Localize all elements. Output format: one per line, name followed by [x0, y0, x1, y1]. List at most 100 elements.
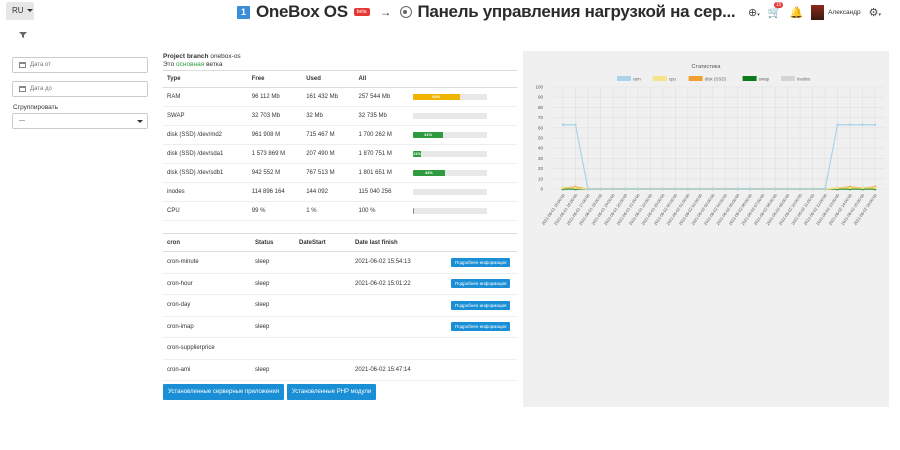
y-tick-label: 90 [538, 95, 544, 100]
calendar-icon [19, 62, 26, 68]
chevron-down-icon [26, 9, 33, 13]
table-header-row: cron Status DateStart Date last finish [163, 233, 517, 252]
legend-label[interactable]: swap [759, 77, 770, 82]
cell-type: inodes [163, 182, 248, 202]
data-point[interactable] [848, 186, 852, 190]
installed-apps-button[interactable]: Установленные серверные приложения [163, 384, 284, 400]
bell-icon[interactable]: 🔔 [789, 6, 803, 19]
branch-main-suffix: ветка [206, 61, 223, 68]
group-select[interactable]: --- [12, 113, 148, 129]
data-point[interactable] [649, 187, 652, 191]
usage-progress-fill: 11% [412, 151, 422, 157]
cron-table: cron Status DateStart Date last finish cron… [163, 233, 517, 381]
data-point[interactable] [674, 187, 677, 191]
data-point[interactable] [698, 187, 702, 191]
data-point[interactable] [761, 187, 764, 191]
data-point[interactable] [561, 123, 565, 127]
cart-icon[interactable]: 🛒 15 [768, 1, 784, 19]
data-point[interactable] [861, 123, 864, 127]
column-header: Free [247, 70, 303, 88]
legend-label[interactable]: cpu [669, 77, 677, 82]
data-point[interactable] [823, 187, 827, 191]
more-info-button[interactable]: Подробнее информация [451, 322, 511, 332]
date-from-input[interactable]: Дата от [12, 57, 148, 73]
y-tick-label: 70 [538, 115, 544, 120]
more-info-button[interactable]: Подробнее информация [451, 257, 511, 267]
data-point[interactable] [861, 186, 864, 190]
data-point[interactable] [561, 186, 565, 190]
column-header [447, 233, 517, 252]
chevron-down-icon [137, 120, 143, 123]
more-info-button[interactable]: Подробнее информация [451, 279, 511, 289]
data-point[interactable] [786, 187, 789, 191]
cell-action: Подробнее информация [447, 316, 517, 338]
language-label: RU [12, 6, 24, 15]
table-row: CPU 99 % 1 % 100 % [163, 201, 517, 221]
cell-all: 32 735 Mb [354, 106, 409, 126]
gear-icon[interactable]: ⚙▾ [869, 6, 881, 19]
data-point[interactable] [574, 186, 577, 190]
data-point[interactable] [586, 187, 590, 191]
cell-all: 115 040 256 [354, 182, 409, 202]
column-header: DateStart [295, 233, 351, 252]
x-tick-label: 2021-06-02 16:00:00 [852, 192, 878, 226]
data-point[interactable] [736, 187, 740, 191]
brand-number-badge: 1 [237, 5, 250, 19]
data-point[interactable] [574, 123, 577, 127]
cell-finish [351, 294, 447, 317]
data-point[interactable] [723, 187, 727, 191]
cell-used: 161 432 Mb [302, 87, 355, 107]
more-info-button[interactable]: Подробнее информация [451, 300, 511, 310]
cell-type: RAM [163, 87, 248, 107]
y-tick-label: 50 [538, 136, 544, 141]
cell-all: 1 801 651 M [354, 163, 409, 183]
legend-swatch[interactable] [688, 76, 703, 81]
cell-action: Подробнее информация [447, 251, 517, 274]
legend-swatch[interactable] [652, 76, 667, 81]
data-point[interactable] [873, 123, 877, 127]
resources-table: Type Free Used All RAM 96 112 Mb 161 432 Mb 25… [163, 70, 517, 221]
data-point[interactable] [836, 186, 839, 190]
data-point[interactable] [773, 187, 777, 191]
language-dropdown[interactable]: RU [6, 2, 34, 20]
data-point[interactable] [798, 187, 802, 191]
legend-swatch[interactable] [742, 76, 757, 81]
group-label: Сгруппировать [13, 104, 58, 111]
data-point[interactable] [611, 187, 615, 191]
filter-icon[interactable] [19, 32, 27, 38]
data-point[interactable] [873, 186, 877, 190]
cell-usage: 41% [408, 125, 517, 145]
data-point[interactable] [811, 187, 814, 191]
installed-php-button[interactable]: Установленные PHP модули [287, 384, 376, 400]
column-header [408, 70, 517, 88]
legend-swatch[interactable] [781, 76, 795, 81]
data-point[interactable] [599, 187, 602, 191]
cell-usage: 43% [408, 163, 517, 183]
cell-all: 1 870 751 M [354, 144, 409, 164]
legend-label[interactable]: inodes [797, 77, 811, 82]
data-point[interactable] [661, 187, 665, 191]
data-point[interactable] [624, 187, 627, 191]
data-point[interactable] [636, 187, 640, 191]
cell-free: 1 573 869 M [247, 144, 303, 164]
legend-label[interactable]: ram [633, 77, 641, 82]
table-row: cron-day sleep Подробнее информация [163, 294, 517, 317]
table-row: cron-hour sleep 2021-06-02 15:01:22 Подробн… [163, 273, 517, 295]
add-icon[interactable]: ⊕▾ [748, 6, 760, 19]
data-point[interactable] [748, 187, 752, 191]
stats-chart-panel: Статистика ram cpu disk (SSD) swap inodes 0 10 2… [523, 51, 889, 407]
legend-label[interactable]: disk (SSD) [705, 77, 727, 82]
legend-swatch[interactable] [617, 76, 631, 81]
data-point[interactable] [848, 123, 852, 127]
date-to-input[interactable]: Дата до [12, 81, 148, 97]
data-point[interactable] [711, 187, 715, 191]
cell-usage [408, 106, 517, 126]
brand-title[interactable]: OneBox OS [256, 2, 348, 22]
data-point[interactable] [686, 187, 690, 191]
y-tick-label: 30 [538, 156, 544, 161]
data-point[interactable] [836, 123, 839, 127]
avatar[interactable] [811, 4, 825, 20]
arrow-icon: → [379, 5, 392, 19]
cell-used: 1 % [302, 201, 355, 221]
user-name[interactable]: Александр [828, 9, 861, 16]
